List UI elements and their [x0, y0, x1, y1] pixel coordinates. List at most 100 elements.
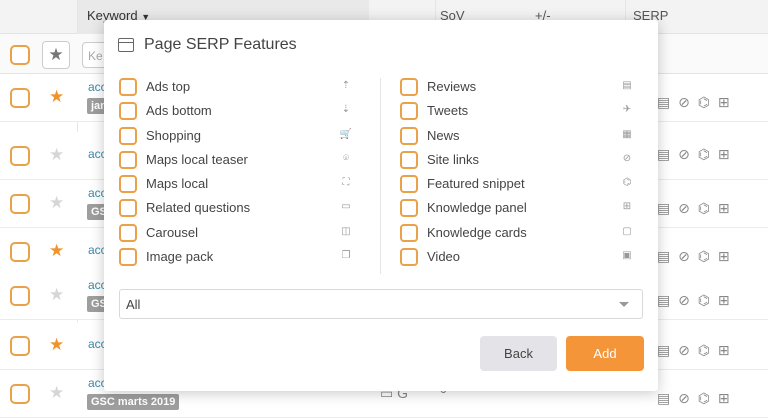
feature-checkbox[interactable]	[400, 175, 418, 194]
feature-checkbox[interactable]	[400, 126, 418, 145]
chevron-down-icon	[619, 302, 629, 307]
serp-feature-icons: ▤ ⊘ ⌬ ⊞	[657, 248, 732, 264]
modal-title: Page SERP Features	[144, 36, 297, 53]
feature-option[interactable]: Related questions ▭	[119, 197, 359, 221]
feature-checkbox[interactable]	[400, 223, 418, 242]
feature-label: Related questions	[146, 200, 251, 216]
carousel-icon: ◫	[341, 225, 351, 237]
match-select-value: All	[126, 297, 141, 312]
feature-option[interactable]: Knowledge panel ⊞	[400, 197, 640, 221]
star-icon[interactable]: ★	[49, 193, 64, 213]
star-icon: ★	[48, 45, 64, 64]
snippet-icon: ⌬	[622, 177, 632, 189]
feature-option[interactable]: Ads top ⇡	[119, 76, 359, 100]
feature-checkbox[interactable]	[119, 102, 137, 121]
serp-feature-icons: ▤ ⊘ ⌬ ⊞	[657, 342, 732, 358]
feature-checkbox[interactable]	[400, 78, 418, 96]
row-checkbox[interactable]	[10, 336, 30, 356]
ads-bottom-icon: ⇣	[341, 104, 351, 116]
feature-checkbox[interactable]	[119, 126, 137, 145]
row-checkbox[interactable]	[10, 194, 30, 214]
select-all-checkbox[interactable]	[10, 45, 30, 65]
star-icon[interactable]: ★	[49, 87, 64, 107]
star-icon[interactable]: ★	[49, 383, 64, 403]
row-checkbox[interactable]	[10, 88, 30, 108]
cart-icon: 🛒	[339, 128, 353, 140]
feature-label: Reviews	[427, 79, 477, 94]
row-checkbox[interactable]	[10, 286, 30, 306]
feature-label: Video	[427, 249, 461, 265]
news-icon: ▦	[622, 128, 632, 140]
reviews-icon: ▤	[622, 80, 632, 91]
feature-option[interactable]: Carousel ◫	[119, 222, 359, 246]
question-icon: ▭	[341, 201, 351, 213]
feature-label: Ads bottom	[146, 103, 212, 119]
feature-checkbox[interactable]	[119, 248, 137, 267]
keyword-filter-placeholder: Ke	[88, 49, 103, 63]
add-button[interactable]: Add	[566, 336, 644, 371]
serp-feature-icons: ▤ ⊘ ⌬ ⊞	[657, 94, 732, 110]
feature-checkbox[interactable]	[400, 199, 418, 218]
feature-option[interactable]: Image pack ❐	[119, 246, 359, 270]
feature-label: Knowledge panel	[427, 200, 527, 216]
features-right-column: Reviews ▤ Tweets ✈ News ▦ Site links ⊘ Featured …	[400, 76, 640, 270]
cards-icon: ▢	[622, 225, 632, 237]
serp-features-modal: Page SERP Features Ads top ⇡ Ads bottom ⇣ Sh…	[104, 20, 658, 391]
star-filter-button[interactable]: ★	[42, 41, 70, 69]
map-icon: ⛶	[342, 177, 350, 189]
feature-checkbox[interactable]	[119, 223, 137, 242]
back-button[interactable]: Back	[480, 336, 557, 371]
serp-feature-icons: ▤ ⊘ ⌬ ⊞	[657, 146, 732, 162]
star-icon[interactable]: ★	[49, 241, 64, 261]
serp-feature-icons: ▤ ⊘ ⌬ ⊞	[657, 292, 732, 308]
feature-option[interactable]: Maps local teaser ⌾	[119, 149, 359, 173]
feature-option[interactable]: Site links ⊘	[400, 149, 640, 173]
serp-feature-icons: ▤ ⊘ ⌬ ⊞	[657, 390, 732, 406]
feature-option[interactable]: Ads bottom ⇣	[119, 100, 359, 124]
feature-label: Shopping	[146, 127, 201, 143]
feature-checkbox[interactable]	[400, 102, 418, 121]
feature-option[interactable]: Video ▣	[400, 246, 640, 270]
feature-label: Ads top	[146, 79, 191, 94]
feature-option[interactable]: Featured snippet ⌬	[400, 173, 640, 197]
feature-checkbox[interactable]	[400, 248, 418, 267]
link-icon: ⊘	[622, 152, 632, 164]
window-icon	[118, 38, 134, 52]
feature-checkbox[interactable]	[119, 175, 137, 194]
feature-checkbox[interactable]	[119, 78, 137, 96]
feature-label: Tweets	[427, 103, 469, 119]
image-pack-icon: ❐	[341, 250, 351, 262]
keyword-tag: GSC marts 2019	[87, 394, 180, 410]
feature-checkbox[interactable]	[119, 150, 137, 169]
row-checkbox[interactable]	[10, 242, 30, 262]
grid-icon: ⊞	[622, 201, 632, 213]
feature-label: News	[427, 127, 460, 143]
feature-option[interactable]: Maps local ⛶	[119, 173, 359, 197]
ads-top-icon: ⇡	[341, 80, 351, 91]
map-pin-icon: ⌾	[343, 152, 349, 164]
star-icon[interactable]: ★	[49, 335, 64, 355]
star-icon[interactable]: ★	[49, 145, 64, 165]
feature-label: Knowledge cards	[427, 224, 527, 240]
serp-feature-icons: ▤ ⊘ ⌬ ⊞	[657, 200, 732, 216]
feature-checkbox[interactable]	[400, 150, 418, 169]
feature-option[interactable]: Shopping 🛒	[119, 125, 359, 149]
tweet-icon: ✈	[622, 104, 632, 116]
feature-label: Featured snippet	[427, 176, 525, 192]
feature-label: Site links	[427, 151, 480, 167]
row-checkbox[interactable]	[10, 146, 30, 166]
feature-label: Carousel	[146, 224, 199, 240]
features-left-column: Ads top ⇡ Ads bottom ⇣ Shopping 🛒 Maps local t…	[119, 76, 359, 270]
video-icon: ▣	[622, 250, 632, 262]
star-icon[interactable]: ★	[49, 285, 64, 305]
feature-option[interactable]: News ▦	[400, 125, 640, 149]
feature-option[interactable]: Knowledge cards ▢	[400, 222, 640, 246]
feature-option[interactable]: Tweets ✈	[400, 100, 640, 124]
feature-label: Image pack	[146, 249, 214, 265]
feature-label: Maps local	[146, 176, 209, 192]
feature-option[interactable]: Reviews ▤	[400, 76, 640, 100]
match-select[interactable]: All	[119, 289, 643, 319]
column-divider	[380, 78, 381, 274]
row-checkbox[interactable]	[10, 384, 30, 404]
feature-checkbox[interactable]	[119, 199, 137, 218]
